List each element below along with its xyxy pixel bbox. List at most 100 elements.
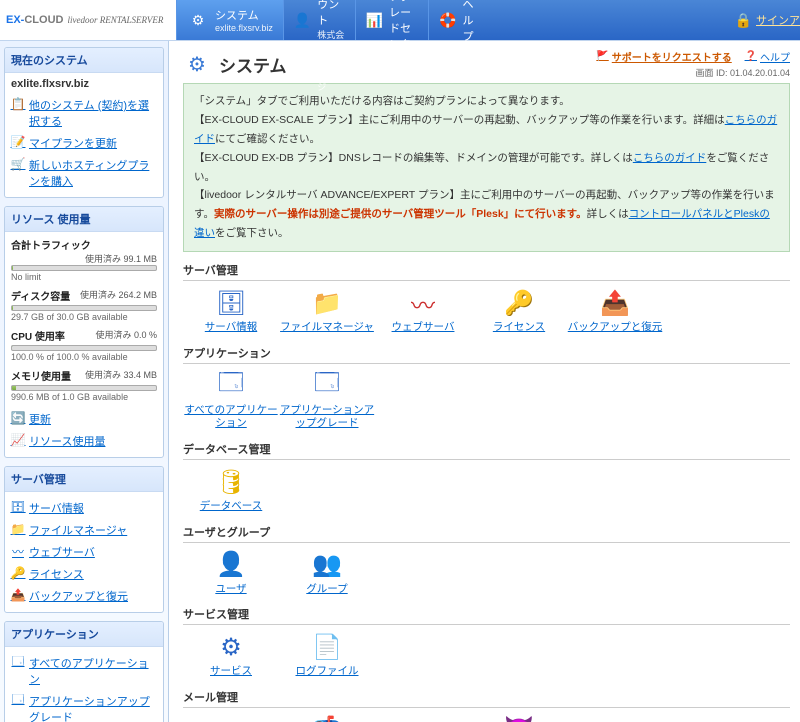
item-label: ログファイル	[296, 665, 359, 679]
item-ライセンス[interactable]: 🔑ライセンス	[471, 287, 567, 335]
item-グループ[interactable]: 👥 グループ	[279, 549, 375, 597]
link-update-plan[interactable]: 📝マイプランを更新	[11, 132, 157, 154]
resource-used: 使用済み 0.0 %	[95, 328, 157, 341]
sidebar-item-ウェブサーバ[interactable]: 〰ウェブサーバ	[11, 541, 157, 563]
resource-used: 使用済み 264.2 MB	[80, 288, 157, 301]
item-icon: 😈	[503, 714, 535, 722]
resource-row: 合計トラフィック使用済み 99.1 MB No limit	[11, 237, 157, 282]
resource-row: ディスク容量使用済み 264.2 MB29.7 GB of 30.0 GB av…	[11, 288, 157, 322]
section-items: 👤ユーザ 👥 グループ	[183, 549, 790, 597]
resource-row: メモリ使用量使用済み 33.4 MB990.6 MB of 1.0 GB ava…	[11, 368, 157, 402]
section-title: メール管理	[183, 689, 790, 708]
item-icon: 〰	[407, 287, 439, 319]
resource-sub: No limit	[11, 272, 157, 282]
item-サービス[interactable]: ⚙サービス	[183, 631, 279, 679]
section-items: ✉メールサーバ📬メールボックス↪メール転送😈スパムフィルタ	[183, 714, 790, 722]
link-help[interactable]: ❓ヘルプ	[745, 49, 790, 64]
tab-help[interactable]: 🛟 ヘルプ	[428, 0, 488, 40]
item-メール転送[interactable]: ↪メール転送	[375, 714, 471, 722]
section-title: データベース管理	[183, 441, 790, 460]
item-label: バックアップと復元	[568, 321, 663, 335]
panel-title: アプリケーション	[5, 622, 163, 647]
current-system-name: exlite.flxsrv.biz	[11, 78, 157, 90]
warning-text: 実際のサーバー操作は別途ご提供のサーバ管理ツール「Plesk」にて行います。	[214, 208, 587, 220]
item-データベース[interactable]: 🛢データベース	[183, 466, 279, 514]
tab-upgrade[interactable]: 📊 アップグレードセンター	[355, 0, 428, 40]
item-ユーザ[interactable]: 👤ユーザ	[183, 549, 279, 597]
signin-link[interactable]: 🔒サインア	[488, 0, 800, 40]
item-ファイルマネージャ[interactable]: 📁ファイルマネージャ	[279, 287, 375, 335]
link-select-other-system[interactable]: 📋他のシステム (契約)を選択する	[11, 94, 157, 132]
item-icon: 🔑	[503, 287, 535, 319]
item-icon: 🛢	[215, 466, 247, 498]
section-title: サービス管理	[183, 606, 790, 625]
section-items: 🗄 サーバ情報 📁ファイルマネージャ〰ウェブサーバ🔑ライセンス 📤 バックアップと復元	[183, 287, 790, 335]
edit-icon: 📝	[11, 135, 25, 149]
sidebar-item-すべてのアプリケーション[interactable]: 🗔すべてのアプリケーション	[11, 652, 157, 690]
item-サーバ情報[interactable]: 🗄 サーバ情報	[183, 287, 279, 335]
list-icon: 📋	[11, 97, 25, 111]
item-icon: ✉	[215, 714, 247, 722]
item-icon: 🗔	[215, 370, 247, 402]
resource-label: 合計トラフィック	[11, 241, 91, 252]
section-items: 🗔すべてのアプリケーション🗔アプリケーションアップグレード	[183, 370, 790, 431]
page-title: システム	[219, 52, 287, 77]
panel-title: 現在のシステム	[5, 48, 163, 73]
link-リソース使用量[interactable]: 📈リソース使用量	[11, 430, 157, 452]
resource-label: CPU 使用率	[11, 332, 65, 343]
progress-bar	[11, 305, 157, 311]
sidebar-item-ファイルマネージャ[interactable]: 📁ファイルマネージャ	[11, 519, 157, 541]
tab-myaccount[interactable]: 👤 マイ・アカウント株式会社インサイトイメージ	[283, 0, 355, 40]
item-label: サーバ情報	[205, 321, 257, 335]
sidebar-item-ライセンス[interactable]: 🔑ライセンス	[11, 563, 157, 585]
sidebar-icon: 🔄	[11, 411, 25, 425]
item-すべてのアプリケーション[interactable]: 🗔すべてのアプリケーション	[183, 370, 279, 431]
sidebar: 現在のシステム exlite.flxsrv.biz 📋他のシステム (契約)を選…	[0, 41, 169, 722]
item-icon: 🗄	[215, 287, 247, 319]
section-メール管理: メール管理 ✉メールサーバ📬メールボックス↪メール転送😈スパムフィルタ	[183, 689, 790, 722]
item-icon: 🗔	[311, 370, 343, 402]
resource-label: ディスク容量	[11, 292, 70, 303]
item-アプリケーションアップグレード[interactable]: 🗔アプリケーションアップグレード	[279, 370, 375, 431]
item-メールボックス[interactable]: 📬メールボックス	[279, 714, 375, 722]
progress-bar	[11, 345, 157, 351]
info-line: 【EX-CLOUD EX-SCALE プラン】主にご利用中のサーバーの再起動、バ…	[194, 111, 779, 149]
signin-label: サインア	[756, 12, 800, 28]
resource-used: 使用済み 33.4 MB	[85, 368, 157, 381]
item-スパムフィルタ[interactable]: 😈スパムフィルタ	[471, 714, 567, 722]
link-buy-plan[interactable]: 🛒新しいホスティングプランを購入	[11, 154, 157, 192]
main: ⚙ システム 🚩サポートをリクエストする ❓ヘルプ 画面 ID: 01.04.2…	[169, 41, 800, 722]
info-line: 【livedoor レンタルサーバ ADVANCE/EXPERT プラン】主にご…	[194, 186, 779, 243]
logo-area: EX-CLOUD livedoor RENTALSERVER	[0, 0, 176, 40]
item-label: ファイルマネージャ	[280, 321, 374, 335]
item-ウェブサーバ[interactable]: 〰ウェブサーバ	[375, 287, 471, 335]
item-icon: 📤	[599, 287, 631, 319]
item-label: すべてのアプリケーション	[183, 404, 279, 431]
section-サービス管理: サービス管理 ⚙サービス📄ログファイル	[183, 606, 790, 679]
panel-title: サーバ管理	[5, 467, 163, 492]
section-title: アプリケーション	[183, 345, 790, 364]
item-バックアップと復元[interactable]: 📤 バックアップと復元	[567, 287, 663, 335]
sidebar-item-アプリケーションアップグレード[interactable]: 🗔アプリケーションアップグレード	[11, 690, 157, 722]
resource-sub: 100.0 % of 100.0 % available	[11, 352, 157, 362]
item-ログファイル[interactable]: 📄ログファイル	[279, 631, 375, 679]
item-label: グループ	[306, 583, 347, 597]
link-request-support[interactable]: 🚩サポートをリクエストする	[596, 49, 731, 64]
lock-icon: 🔒	[735, 12, 752, 29]
cart-icon: 🛒	[11, 157, 25, 171]
item-icon: 👥	[311, 549, 343, 581]
page-header: ⚙ システム 🚩サポートをリクエストする ❓ヘルプ 画面 ID: 01.04.2…	[183, 49, 790, 79]
tab-sublabel: exlite.flxsrv.biz	[215, 23, 273, 33]
flag-icon: 🚩	[596, 51, 608, 62]
gear-icon: ⚙	[187, 9, 209, 31]
link-guide-2[interactable]: こちらのガイド	[633, 152, 707, 164]
tab-system[interactable]: ⚙ システムexlite.flxsrv.biz	[176, 0, 283, 40]
link-更新[interactable]: 🔄更新	[11, 408, 157, 430]
panel-current-system: 現在のシステム exlite.flxsrv.biz 📋他のシステム (契約)を選…	[4, 47, 164, 198]
sidebar-item-サーバ情報[interactable]: 🗄サーバ情報	[11, 497, 157, 519]
item-メールサーバ[interactable]: ✉メールサーバ	[183, 714, 279, 722]
sidebar-icon: 🔑	[11, 566, 25, 580]
sidebar-item-バックアップと復元[interactable]: 📤バックアップと復元	[11, 585, 157, 607]
resource-used: 使用済み 99.1 MB	[85, 252, 157, 265]
sidebar-icon: 🗄	[11, 500, 25, 514]
